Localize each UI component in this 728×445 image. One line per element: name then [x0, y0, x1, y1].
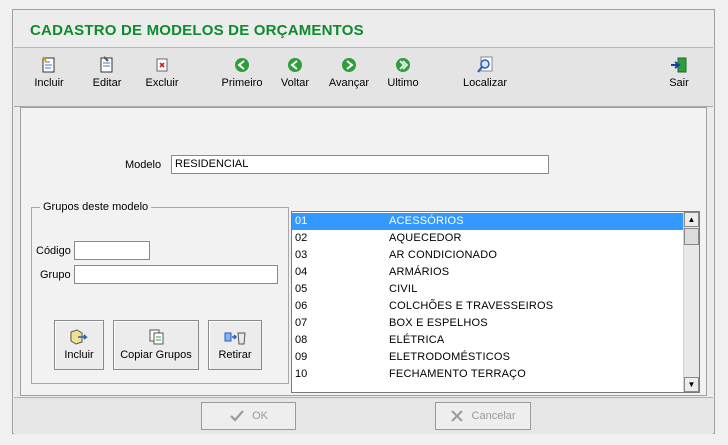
copiar-grupos-button[interactable]: Copiar Grupos — [113, 320, 199, 370]
group-code: 02 — [295, 232, 308, 244]
list-item[interactable]: 06 COLCHÕES E TRAVESSEIROS — [292, 298, 686, 315]
group-code: 07 — [295, 317, 308, 329]
group-code: 04 — [295, 266, 308, 278]
copiar-grupos-label: Copiar Grupos — [120, 349, 192, 361]
list-item[interactable]: 09 ELETRODOMÉSTICOS — [292, 349, 686, 366]
retirar-button[interactable]: Retirar — [208, 320, 262, 370]
group-code: 01 — [295, 215, 308, 227]
ultimo-button[interactable]: Ultimo — [386, 56, 420, 89]
incluir-button[interactable]: Incluir — [32, 56, 66, 89]
list-item[interactable]: 02 AQUECEDOR — [292, 230, 686, 247]
scroll-up-arrow-icon[interactable]: ▲ — [684, 212, 699, 227]
form-panel: Modelo RESIDENCIAL Grupos deste modelo C… — [20, 107, 707, 396]
group-name: CIVIL — [389, 283, 418, 295]
modelo-label: Modelo — [125, 159, 162, 171]
list-item[interactable]: 03 AR CONDICIONADO — [292, 247, 686, 264]
previous-record-icon — [288, 58, 302, 72]
remove-to-trash-icon — [224, 332, 246, 345]
group-name: ELÉTRICA — [389, 334, 445, 346]
group-code: 03 — [295, 249, 308, 261]
group-name: FECHAMENTO TERRAÇO — [389, 368, 527, 380]
group-code: 08 — [295, 334, 308, 346]
next-record-icon — [342, 58, 356, 72]
avancar-label: Avançar — [328, 77, 370, 89]
primeiro-label: Primeiro — [221, 77, 263, 89]
group-name: AQUECEDOR — [389, 232, 462, 244]
list-item[interactable]: 08 ELÉTRICA — [292, 332, 686, 349]
grupo-field[interactable] — [74, 265, 278, 284]
voltar-label: Voltar — [280, 77, 310, 89]
list-item[interactable]: 04 ARMÁRIOS — [292, 264, 686, 281]
title-bar: CADASTRO DE MODELOS DE ORÇAMENTOS — [14, 11, 713, 48]
grupos-groupbox: Grupos deste modelo Código Grupo Incluir… — [31, 201, 289, 384]
list-item[interactable]: 05 CIVIL — [292, 281, 686, 298]
codigo-label: Código — [36, 245, 71, 257]
list-item[interactable]: 01 ACESSÓRIOS — [292, 213, 686, 230]
ultimo-label: Ultimo — [387, 77, 419, 89]
avancar-button[interactable]: Avançar — [326, 56, 372, 89]
incluir-grupo-label: Incluir — [64, 349, 94, 361]
cancel-x-icon — [451, 410, 464, 422]
scroll-thumb[interactable] — [684, 228, 699, 245]
localizar-button[interactable]: Localizar — [460, 56, 510, 89]
groups-listbox[interactable]: 01 ACESSÓRIOS 02 AQUECEDOR 03 AR CONDICIONADO… — [291, 211, 700, 393]
primeiro-button[interactable]: Primeiro — [221, 56, 263, 89]
group-code: 09 — [295, 351, 308, 363]
add-group-icon — [70, 329, 88, 345]
group-code: 06 — [295, 300, 308, 312]
group-name: ELETRODOMÉSTICOS — [389, 351, 511, 363]
group-code: 10 — [295, 368, 308, 380]
ok-label: OK — [252, 410, 268, 422]
delete-document-icon — [156, 58, 168, 72]
check-icon — [230, 410, 244, 422]
sair-button[interactable]: Sair — [664, 56, 694, 89]
search-icon — [477, 56, 493, 73]
list-item[interactable]: 07 BOX E ESPELHOS — [292, 315, 686, 332]
incluir-grupo-button[interactable]: Incluir — [54, 320, 104, 370]
main-window: CADASTRO DE MODELOS DE ORÇAMENTOS Inclui… — [12, 9, 715, 434]
list-item[interactable]: 10 FECHAMENTO TERRAÇO — [292, 366, 686, 383]
group-name: AR CONDICIONADO — [389, 249, 498, 261]
excluir-label: Excluir — [145, 77, 179, 89]
codigo-field[interactable] — [74, 241, 150, 260]
retirar-label: Retirar — [218, 349, 252, 361]
window-title: CADASTRO DE MODELOS DE ORÇAMENTOS — [30, 22, 364, 39]
group-name: ARMÁRIOS — [389, 266, 450, 278]
exit-door-icon — [671, 57, 687, 73]
footer-bar: OK Cancelar — [14, 397, 713, 434]
group-name: ACESSÓRIOS — [389, 215, 464, 227]
voltar-button[interactable]: Voltar — [278, 56, 312, 89]
toolbar: Incluir Editar Excluir Primeiro Voltar A… — [14, 48, 713, 107]
modelo-field[interactable]: RESIDENCIAL — [171, 155, 549, 174]
group-code: 05 — [295, 283, 308, 295]
grupos-legend: Grupos deste modelo — [40, 201, 152, 213]
cancelar-button[interactable]: Cancelar — [435, 402, 531, 430]
localizar-label: Localizar — [462, 77, 508, 89]
group-name: COLCHÕES E TRAVESSEIROS — [389, 300, 554, 312]
scroll-down-arrow-icon[interactable]: ▼ — [684, 377, 699, 392]
ok-button[interactable]: OK — [201, 402, 296, 430]
grupo-label: Grupo — [40, 269, 71, 281]
cancelar-label: Cancelar — [471, 410, 516, 422]
copy-groups-icon — [149, 329, 164, 345]
incluir-label: Incluir — [34, 77, 64, 89]
edit-document-icon — [100, 56, 113, 73]
last-record-icon — [396, 58, 410, 72]
group-name: BOX E ESPELHOS — [389, 317, 488, 329]
excluir-button[interactable]: Excluir — [142, 56, 182, 89]
editar-button[interactable]: Editar — [90, 56, 124, 89]
editar-label: Editar — [92, 77, 122, 89]
new-document-icon — [42, 56, 55, 73]
list-scrollbar[interactable]: ▲ ▼ — [683, 212, 699, 392]
first-record-icon — [235, 58, 249, 72]
sair-label: Sair — [669, 77, 689, 89]
